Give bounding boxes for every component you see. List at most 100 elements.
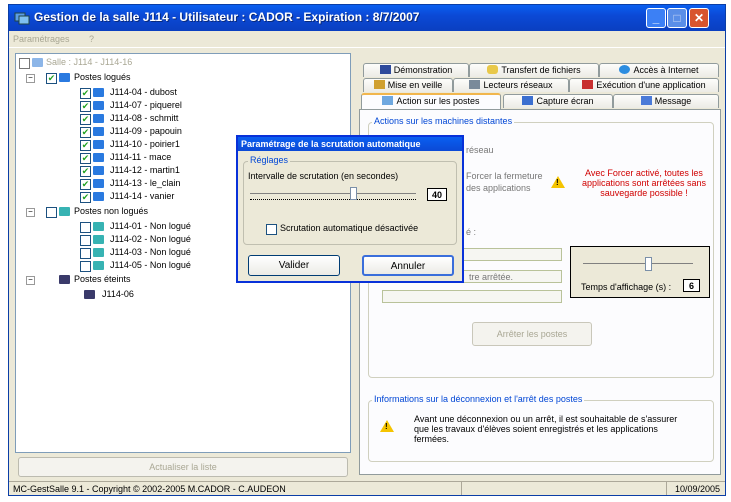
refresh-list-button[interactable]: Actualiser la liste xyxy=(18,457,348,477)
tab-run-application[interactable]: Exécution d'une application xyxy=(569,78,719,92)
minimize-button[interactable]: _ xyxy=(646,8,666,28)
monitor-icon xyxy=(93,192,104,201)
menu-parametrages[interactable]: Paramétrages xyxy=(13,34,70,44)
monitor-icon xyxy=(93,222,104,231)
group-off-label[interactable]: Postes éteints xyxy=(74,273,131,285)
root-checkbox[interactable] xyxy=(19,58,30,69)
stations-icon xyxy=(382,96,394,105)
station-checkbox[interactable]: ✔ xyxy=(80,166,91,177)
scan-settings-dialog: Paramétrage de la scrutation automatique… xyxy=(236,135,464,283)
disable-scan-label[interactable]: Scrutation automatique désactivée xyxy=(280,223,418,233)
tab-network-drives[interactable]: Lecteurs réseaux xyxy=(453,78,569,92)
tab-message[interactable]: Message xyxy=(613,94,719,108)
station-label[interactable]: J114-08 - schmitt xyxy=(110,112,178,124)
station-label[interactable]: J114-02 - Non logué xyxy=(110,233,191,245)
station-checkbox[interactable]: ✔ xyxy=(80,88,91,99)
monitor-icon xyxy=(93,261,104,270)
tab-file-transfer[interactable]: Transfert de fichiers xyxy=(469,63,599,77)
disable-scan-checkbox[interactable] xyxy=(266,224,277,235)
station-checkbox[interactable] xyxy=(80,261,91,272)
interval-slider-thumb[interactable] xyxy=(350,187,357,200)
status-divider xyxy=(461,482,462,495)
title-bar[interactable]: Gestion de la salle J114 - Utilisateur :… xyxy=(9,5,725,31)
room-icon xyxy=(32,58,43,67)
menu-help[interactable]: ? xyxy=(89,34,94,44)
station-checkbox[interactable]: ✔ xyxy=(80,179,91,190)
tab-screen-capture[interactable]: Capture écran xyxy=(503,94,613,108)
station-label[interactable]: J114-03 - Non logué xyxy=(110,246,191,258)
monitor-icon xyxy=(93,101,104,110)
status-date: 10/09/2005 xyxy=(675,484,721,494)
copyright-text: MC-GestSalle 9.1 - Copyright © 2002-2005… xyxy=(13,484,286,494)
tree-root-label[interactable]: Salle : J114 - J114-16 xyxy=(46,56,132,68)
monitor-icon xyxy=(59,73,70,82)
station-checkbox[interactable]: ✔ xyxy=(80,192,91,203)
group-checkbox[interactable]: ✔ xyxy=(46,73,57,84)
close-button[interactable]: ✕ xyxy=(689,8,709,28)
station-label[interactable]: J114-10 - poirier1 xyxy=(110,138,180,150)
station-label[interactable]: J114-11 - mace xyxy=(110,151,171,163)
validate-button[interactable]: Valider xyxy=(248,255,340,276)
interval-slider-track[interactable] xyxy=(250,193,416,194)
delay-value[interactable]: 6 xyxy=(683,279,700,292)
collapse-icon[interactable]: − xyxy=(26,74,35,83)
collapse-icon[interactable]: − xyxy=(26,276,35,285)
tab-sleep[interactable]: Mise en veille xyxy=(363,78,453,92)
tab-actions-on-stations[interactable]: Action sur les postes xyxy=(361,93,501,109)
text-field-3[interactable] xyxy=(382,290,562,303)
station-checkbox[interactable]: ✔ xyxy=(80,114,91,125)
station-checkbox[interactable] xyxy=(80,235,91,246)
maximize-button[interactable]: □ xyxy=(667,8,687,28)
station-checkbox[interactable]: ✔ xyxy=(80,140,91,151)
monitor-icon xyxy=(93,235,104,244)
station-checkbox[interactable]: ✔ xyxy=(80,101,91,112)
tab-internet[interactable]: Accès à Internet xyxy=(599,63,719,77)
force-close-label[interactable]: Forcer la fermeture xyxy=(466,170,543,182)
demo-icon xyxy=(379,65,391,74)
group-logged-label[interactable]: Postes logués xyxy=(74,71,131,83)
station-checkbox[interactable] xyxy=(80,248,91,259)
station-label[interactable]: J114-06 xyxy=(102,288,134,300)
field-label: é : xyxy=(466,227,477,237)
monitor-icon xyxy=(59,207,70,216)
capture-icon xyxy=(522,96,534,105)
status-bar: MC-GestSalle 9.1 - Copyright © 2002-2005… xyxy=(9,481,725,495)
monitor-icon xyxy=(93,88,104,97)
globe-icon xyxy=(619,65,631,74)
collapse-icon[interactable]: − xyxy=(26,208,35,217)
station-label[interactable]: J114-12 - martin1 xyxy=(110,164,180,176)
force-close-label-2: des applications xyxy=(466,183,531,193)
station-label[interactable]: J114-07 - piquerel xyxy=(110,99,182,111)
network-drive-icon xyxy=(469,80,481,89)
station-checkbox[interactable] xyxy=(80,222,91,233)
delay-slider-track[interactable] xyxy=(583,263,693,264)
cancel-button[interactable]: Annuler xyxy=(362,255,454,276)
monitor-icon xyxy=(93,179,104,188)
interval-value[interactable]: 40 xyxy=(427,188,447,201)
station-checkbox[interactable]: ✔ xyxy=(80,153,91,164)
delay-label: Temps d'affichage (s) : xyxy=(581,282,672,292)
dialog-title[interactable]: Paramétrage de la scrutation automatique xyxy=(238,137,462,151)
station-label[interactable]: J114-05 - Non logué xyxy=(110,259,191,271)
info-title: Informations sur la déconnexion et l'arr… xyxy=(372,394,585,404)
group-checkbox[interactable] xyxy=(46,207,57,218)
delay-box: Temps d'affichage (s) : 6 xyxy=(570,246,710,298)
station-label[interactable]: J114-14 - vanier xyxy=(110,190,174,202)
monitor-icon xyxy=(93,140,104,149)
sleep-icon xyxy=(373,80,385,89)
window-title: Gestion de la salle J114 - Utilisateur :… xyxy=(34,10,420,24)
monitor-icon xyxy=(93,248,104,257)
station-label[interactable]: J114-01 - Non logué xyxy=(110,220,191,232)
remote-actions-title: Actions sur les machines distantes xyxy=(372,116,515,126)
delay-slider-thumb[interactable] xyxy=(645,257,652,271)
station-checkbox[interactable]: ✔ xyxy=(80,127,91,138)
menu-bar: Paramétrages ? xyxy=(9,31,725,48)
warning-icon: ! xyxy=(551,176,565,188)
station-label[interactable]: J114-09 - papouin xyxy=(110,125,182,137)
tab-demonstration[interactable]: Démonstration xyxy=(363,63,469,77)
stop-stations-button[interactable]: Arrêter les postes xyxy=(472,322,592,346)
group-not-logged-label[interactable]: Postes non logués xyxy=(74,205,148,217)
monitor-off-icon xyxy=(59,275,70,284)
station-label[interactable]: J114-04 - dubost xyxy=(110,86,177,98)
station-label[interactable]: J114-13 - le_clain xyxy=(110,177,180,189)
